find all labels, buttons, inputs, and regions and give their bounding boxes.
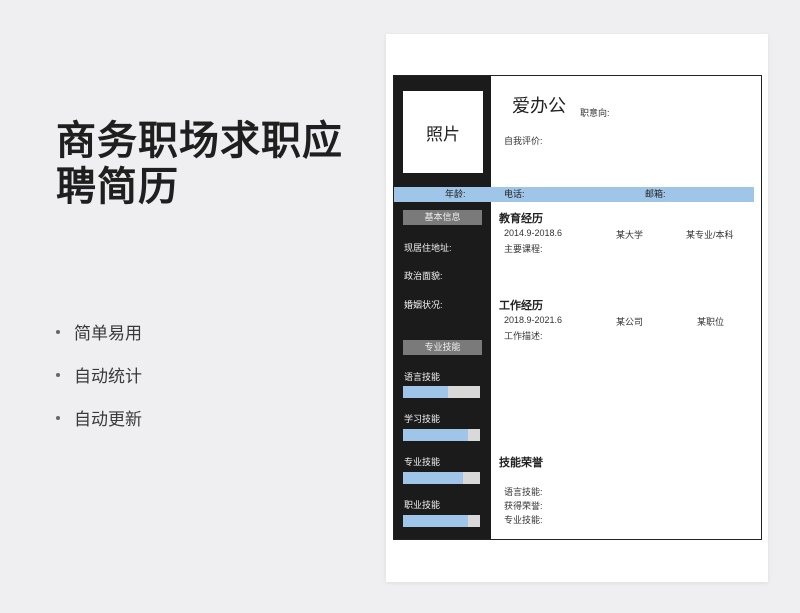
age-label: 年龄: bbox=[445, 189, 466, 199]
skill-bar-fill bbox=[403, 515, 469, 527]
resume-preview: 照片 基本信息 现居住地址: 政治面貌: 婚姻状况: 专业技能 语言技能 学习技… bbox=[386, 34, 768, 582]
skill-bar-fill bbox=[403, 386, 448, 398]
job-intent-label: 职意向: bbox=[580, 108, 610, 118]
candidate-name: 爱办公 bbox=[512, 96, 566, 116]
address-label: 现居住地址: bbox=[404, 243, 452, 253]
education-major: 某专业/本科 bbox=[686, 230, 734, 240]
courses-label: 主要课程: bbox=[504, 244, 543, 254]
photo-placeholder: 照片 bbox=[403, 91, 483, 173]
work-period: 2018.9-2021.6 bbox=[504, 315, 563, 325]
skill-bar-fill bbox=[403, 429, 469, 441]
self-evaluation-label: 自我评价: bbox=[504, 136, 543, 146]
page-headline: 商务职场求职应 聘简历 bbox=[56, 118, 366, 210]
work-position: 某职位 bbox=[697, 317, 725, 327]
work-company: 某公司 bbox=[616, 317, 644, 327]
basic-info-header: 基本信息 bbox=[403, 210, 482, 225]
work-title: 工作经历 bbox=[499, 300, 543, 312]
resume-frame: 照片 基本信息 现居住地址: 政治面貌: 婚姻状况: 专业技能 语言技能 学习技… bbox=[393, 75, 762, 540]
info-bar: 年龄: 电话: 邮箱: bbox=[394, 187, 754, 202]
skill-bar bbox=[403, 472, 480, 484]
skill-label: 专业技能 bbox=[404, 457, 441, 467]
feature-item: 简单易用 bbox=[56, 310, 142, 353]
resume-sidebar: 照片 基本信息 现居住地址: 政治面貌: 婚姻状况: 专业技能 语言技能 学习技… bbox=[394, 76, 491, 539]
headline-line-2: 聘简历 bbox=[56, 165, 179, 209]
skill-label: 学习技能 bbox=[404, 414, 441, 424]
email-label: 邮箱: bbox=[645, 189, 666, 199]
skills-header: 专业技能 bbox=[403, 340, 482, 355]
skill-bar bbox=[403, 386, 480, 398]
marital-status-label: 婚姻状况: bbox=[404, 300, 443, 310]
honors-title: 技能荣誉 bbox=[499, 457, 543, 469]
feature-item: 自动更新 bbox=[56, 396, 142, 439]
feature-item: 自动统计 bbox=[56, 353, 142, 396]
feature-list: 简单易用 自动统计 自动更新 bbox=[56, 310, 142, 439]
headline-line-1: 商务职场求职应 bbox=[56, 119, 343, 163]
education-title: 教育经历 bbox=[499, 213, 543, 225]
skill-label: 职业技能 bbox=[404, 500, 441, 510]
bullet-icon bbox=[56, 372, 60, 377]
political-status-label: 政治面貌: bbox=[404, 271, 443, 281]
education-school: 某大学 bbox=[616, 230, 644, 240]
skill-bar bbox=[403, 515, 480, 527]
education-period: 2014.9-2018.6 bbox=[504, 228, 563, 238]
bullet-icon bbox=[56, 415, 60, 420]
skill-bar bbox=[403, 429, 480, 441]
bullet-icon bbox=[56, 329, 60, 334]
skill-label: 语言技能 bbox=[404, 372, 441, 382]
honor-item: 获得荣誉: bbox=[504, 501, 543, 511]
skill-bar-fill bbox=[403, 472, 464, 484]
honor-item: 专业技能: bbox=[504, 515, 543, 525]
work-description-label: 工作描述: bbox=[504, 331, 543, 341]
phone-label: 电话: bbox=[504, 189, 525, 199]
honor-item: 语言技能: bbox=[504, 487, 543, 497]
